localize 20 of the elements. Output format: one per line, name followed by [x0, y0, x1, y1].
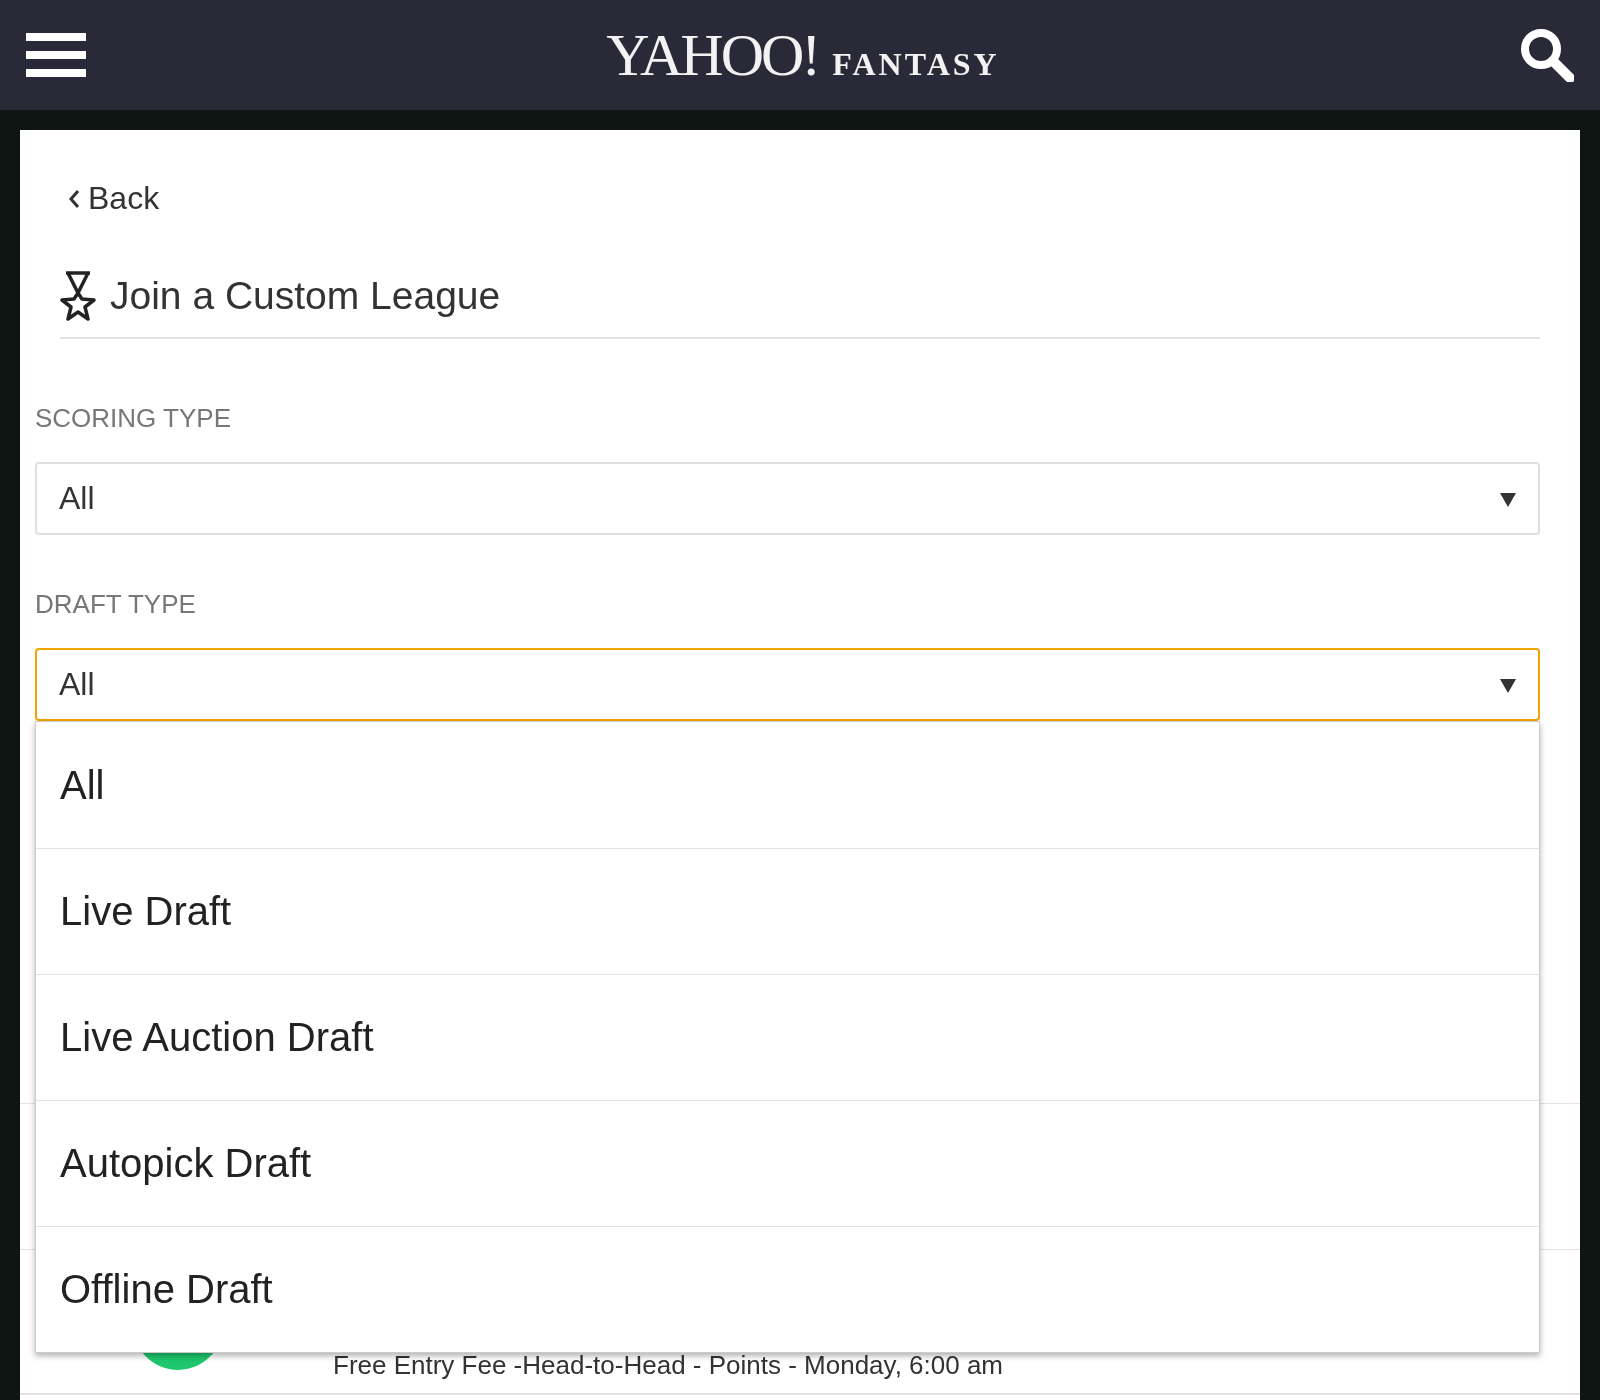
logo: YAHOO!: [606, 20, 819, 90]
filter-label: DRAFT TYPE: [35, 589, 197, 620]
caret-icon: [1500, 676, 1516, 693]
dropdown-option[interactable]: Autopick Draft: [36, 1100, 1539, 1226]
back-link[interactable]: Back: [68, 180, 160, 217]
caret-icon: [1500, 490, 1516, 507]
search-icon[interactable]: [1520, 28, 1574, 82]
medal-icon: [60, 271, 96, 321]
dropdown-option[interactable]: Offline Draft: [36, 1226, 1539, 1352]
chevron-icon: [68, 188, 80, 209]
logo-subtitle: FANTASY: [832, 45, 1000, 83]
page-title: Join a Custom League: [110, 274, 501, 318]
dropdown-option[interactable]: Live Auction Draft: [36, 974, 1539, 1100]
menu-icon[interactable]: [26, 33, 86, 77]
league-details: Free Entry Fee -Head-to-Head - Points - Monday, 6:00 am: [333, 1350, 1004, 1381]
dropdown-option[interactable]: All: [36, 722, 1539, 848]
dropdown-select[interactable]: All: [35, 648, 1540, 721]
dropdown-select[interactable]: All: [35, 462, 1540, 535]
filter-label: SCORING TYPE: [35, 403, 232, 434]
dropdown-option[interactable]: Live Draft: [36, 848, 1539, 974]
